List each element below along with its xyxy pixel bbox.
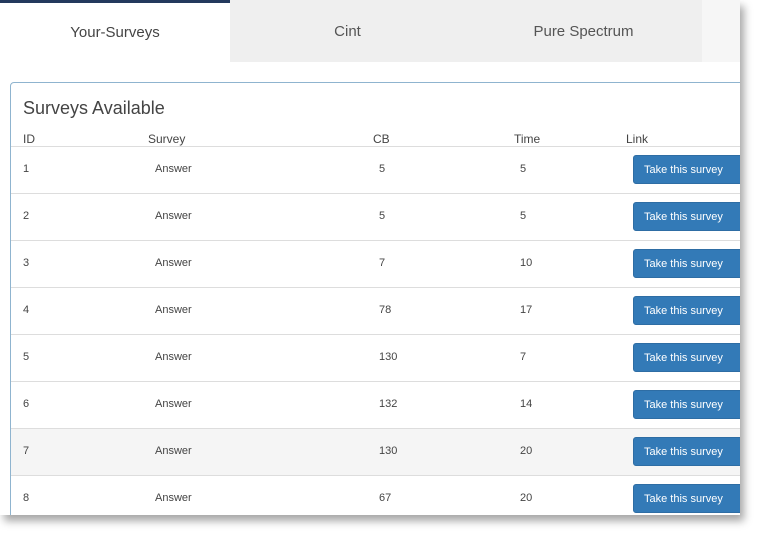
table-row: 6 Answer 132 14 Take this survey (11, 381, 740, 428)
tab-cint[interactable]: Cint (230, 0, 465, 62)
cell-time: 20 (520, 445, 533, 457)
cell-id: 5 (23, 351, 30, 363)
table-row: 4 Answer 78 17 Take this survey (11, 287, 740, 334)
cell-survey: Answer (155, 445, 192, 457)
cell-id: 2 (23, 210, 30, 222)
take-survey-button[interactable]: Take this survey (633, 155, 740, 184)
take-survey-button[interactable]: Take this survey (633, 437, 740, 466)
take-survey-button[interactable]: Take this survey (633, 202, 740, 231)
cell-survey: Answer (155, 492, 192, 504)
column-header-cb: CB (373, 132, 390, 146)
take-survey-button[interactable]: Take this survey (633, 390, 740, 419)
cell-id: 8 (23, 492, 30, 504)
cell-survey: Answer (155, 398, 192, 410)
cell-cb: 130 (379, 445, 398, 457)
cell-cb: 67 (379, 492, 392, 504)
cell-cb: 5 (379, 163, 386, 175)
cell-survey: Answer (155, 163, 192, 175)
cell-time: 10 (520, 257, 533, 269)
table-row: 7 Answer 130 20 Take this survey (11, 428, 740, 475)
table-row: 1 Answer 5 5 Take this survey (11, 146, 740, 193)
cell-id: 3 (23, 257, 30, 269)
tab-your-surveys[interactable]: Your-Surveys (0, 0, 230, 62)
tab-bar: Your-Surveys Cint Pure Spectrum (0, 0, 740, 62)
column-header-time: Time (514, 132, 541, 146)
cell-cb: 130 (379, 351, 398, 363)
cell-cb: 78 (379, 304, 392, 316)
cell-survey: Answer (155, 257, 192, 269)
cell-time: 17 (520, 304, 533, 316)
cell-survey: Answer (155, 210, 192, 222)
cell-cb: 132 (379, 398, 398, 410)
table-row: 8 Answer 67 20 Take this survey (11, 475, 740, 515)
table-row: 5 Answer 130 7 Take this survey (11, 334, 740, 381)
cell-id: 1 (23, 163, 30, 175)
cell-id: 4 (23, 304, 30, 316)
tab-pure-spectrum[interactable]: Pure Spectrum (465, 0, 702, 62)
cell-time: 20 (520, 492, 533, 504)
cell-time: 14 (520, 398, 533, 410)
tab-bar-filler (702, 0, 740, 62)
cell-id: 7 (23, 445, 30, 457)
column-header-link: Link (626, 132, 649, 146)
column-header-survey: Survey (148, 132, 186, 146)
cell-time: 5 (520, 163, 527, 175)
cell-cb: 7 (379, 257, 386, 269)
panel-title: Surveys Available (23, 98, 165, 118)
surveys-panel: Surveys Available ID Survey CB Time Link… (10, 82, 740, 515)
table-row: 2 Answer 5 5 Take this survey (11, 193, 740, 240)
cell-survey: Answer (155, 304, 192, 316)
cell-time: 7 (520, 351, 527, 363)
cell-id: 6 (23, 398, 30, 410)
column-header-id: ID (23, 132, 35, 146)
table-row: 3 Answer 7 10 Take this survey (11, 240, 740, 287)
cell-survey: Answer (155, 351, 192, 363)
cell-cb: 5 (379, 210, 386, 222)
cell-time: 5 (520, 210, 527, 222)
take-survey-button[interactable]: Take this survey (633, 343, 740, 372)
take-survey-button[interactable]: Take this survey (633, 296, 740, 325)
take-survey-button[interactable]: Take this survey (633, 484, 740, 513)
take-survey-button[interactable]: Take this survey (633, 249, 740, 278)
survey-window: Your-Surveys Cint Pure Spectrum Surveys … (0, 0, 740, 515)
